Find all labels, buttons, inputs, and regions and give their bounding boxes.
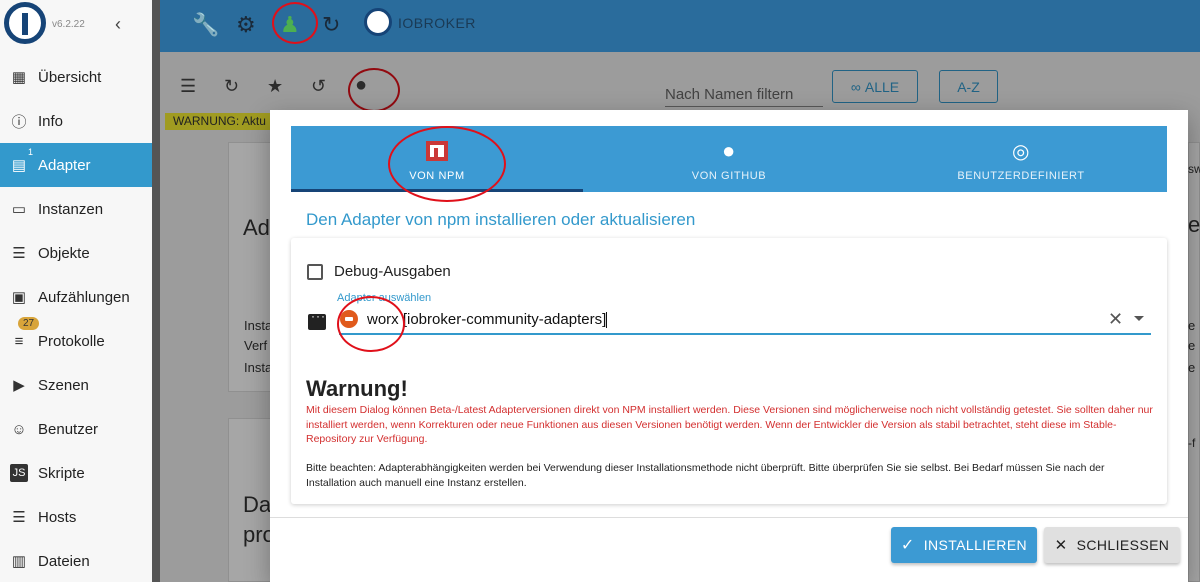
sidebar-item-label: Dateien (38, 552, 90, 570)
install-panel: Debug-Ausgaben Adapter auswählen worx [i… (291, 238, 1167, 504)
close-button-label: SCHLIESSEN (1076, 537, 1170, 553)
globe-icon: ◎ (1011, 140, 1031, 163)
sidebar-divider (152, 0, 160, 582)
sidebar: v6.2.22 ‹ ▦ Übersicht ⓘ Info ▤ 1 Adapter… (0, 0, 152, 582)
brand-logo (364, 8, 392, 36)
debug-checkbox[interactable] (307, 264, 323, 280)
info-icon: ⓘ (11, 113, 27, 131)
sidebar-item-skripte[interactable]: JS Skripte (0, 451, 152, 495)
version-label: v6.2.22 (52, 19, 85, 30)
note-text: Bitte beachten: Adapterabhängigkeiten we… (306, 462, 1105, 489)
sidebar-item-benutzer[interactable]: ☺ Benutzer (0, 407, 152, 451)
annotation-circle (337, 296, 405, 352)
close-icon: ✕ (1054, 537, 1068, 554)
brand-name: IOBROKER (398, 15, 476, 31)
chat-icon (308, 309, 326, 330)
list-icon: ☰ (12, 245, 26, 262)
sidebar-item-label: Hosts (38, 508, 77, 526)
sidebar-item-objekte[interactable]: ☰ Objekte (0, 231, 152, 275)
adapter-update-count: 1 (28, 147, 34, 157)
tab-custom[interactable]: ◎ BENUTZERDEFINIERT (875, 126, 1167, 192)
hosts-icon: ☰ (12, 509, 26, 526)
enum-icon: ▣ (11, 289, 27, 306)
warning-title: Warnung! (306, 376, 408, 401)
sidebar-item-label: Protokolle (38, 332, 105, 350)
sidebar-item-info[interactable]: ⓘ Info (0, 99, 152, 143)
check-icon: ✓ (900, 537, 915, 554)
sidebar-item-label: Info (38, 112, 64, 130)
select-underline (339, 333, 1151, 335)
js-icon: JS (10, 464, 28, 482)
sidebar-item-uebersicht[interactable]: ▦ Übersicht (0, 55, 152, 99)
restart-icon[interactable]: ↻ (322, 12, 340, 38)
store-icon: ▤ (11, 157, 27, 174)
install-button-label: INSTALLIEREN (923, 537, 1028, 553)
sidebar-item-label: Instanzen (38, 200, 104, 218)
github-icon: ● (722, 138, 736, 163)
log-icon: ≡ (14, 332, 24, 350)
settings-icon[interactable]: ⚙ (236, 12, 256, 38)
tab-label: BENUTZERDEFINIERT (957, 170, 1085, 182)
sidebar-item-protokolle[interactable]: ≡ 27 Protokolle (0, 317, 152, 363)
instances-icon: ▭ (11, 201, 27, 218)
install-dialog: VON NPM ● VON GITHUB ◎ BENUTZERDEFINIERT… (270, 110, 1188, 582)
sidebar-item-label: Übersicht (38, 68, 102, 86)
sidebar-item-label: Adapter (38, 156, 91, 174)
annotation-circle (272, 2, 318, 44)
sidebar-item-dateien[interactable]: ▥ Dateien (0, 539, 152, 582)
sidebar-item-hosts[interactable]: ☰ Hosts (0, 495, 152, 539)
sidebar-item-label: Aufzählungen (38, 288, 130, 306)
user-icon: ☺ (11, 420, 27, 438)
install-button[interactable]: ✓ INSTALLIEREN (891, 527, 1037, 563)
sidebar-item-instanzen[interactable]: ▭ Instanzen (0, 187, 152, 231)
close-button[interactable]: ✕ SCHLIESSEN (1044, 527, 1180, 563)
scenes-icon: ▶ (13, 377, 25, 394)
wrench-icon[interactable]: 🔧 (192, 12, 219, 38)
sidebar-item-label: Objekte (38, 244, 90, 262)
dropdown-arrow-icon[interactable] (1134, 316, 1144, 321)
dialog-title: Den Adapter von npm installieren oder ak… (306, 210, 696, 229)
files-icon: ▥ (11, 553, 27, 570)
sidebar-item-adapter[interactable]: ▤ 1 Adapter (0, 143, 152, 187)
sidebar-item-label: Szenen (38, 376, 89, 394)
sidebar-item-label: Skripte (38, 464, 85, 482)
sidebar-item-aufzaehlungen[interactable]: ▣ Aufzählungen (0, 275, 152, 319)
log-count-badge: 27 (18, 317, 40, 330)
sidebar-item-szenen[interactable]: ▶ Szenen (0, 363, 152, 407)
dialog-footer-divider (270, 517, 1188, 518)
iobroker-logo (4, 2, 46, 44)
tab-label: VON GITHUB (691, 170, 767, 182)
debug-label: Debug-Ausgaben (334, 263, 451, 280)
tab-github[interactable]: ● VON GITHUB (583, 126, 875, 192)
warning-text: Mit diesem Dialog können Beta-/Latest Ad… (306, 404, 1153, 445)
annotation-circle (388, 126, 506, 202)
grid-icon: ▦ (11, 69, 27, 86)
sidebar-item-label: Benutzer (38, 420, 99, 438)
clear-icon[interactable]: ✕ (1108, 309, 1123, 330)
logo-area: v6.2.22 ‹ (0, 0, 152, 52)
collapse-sidebar-icon[interactable]: ‹ (115, 14, 121, 35)
